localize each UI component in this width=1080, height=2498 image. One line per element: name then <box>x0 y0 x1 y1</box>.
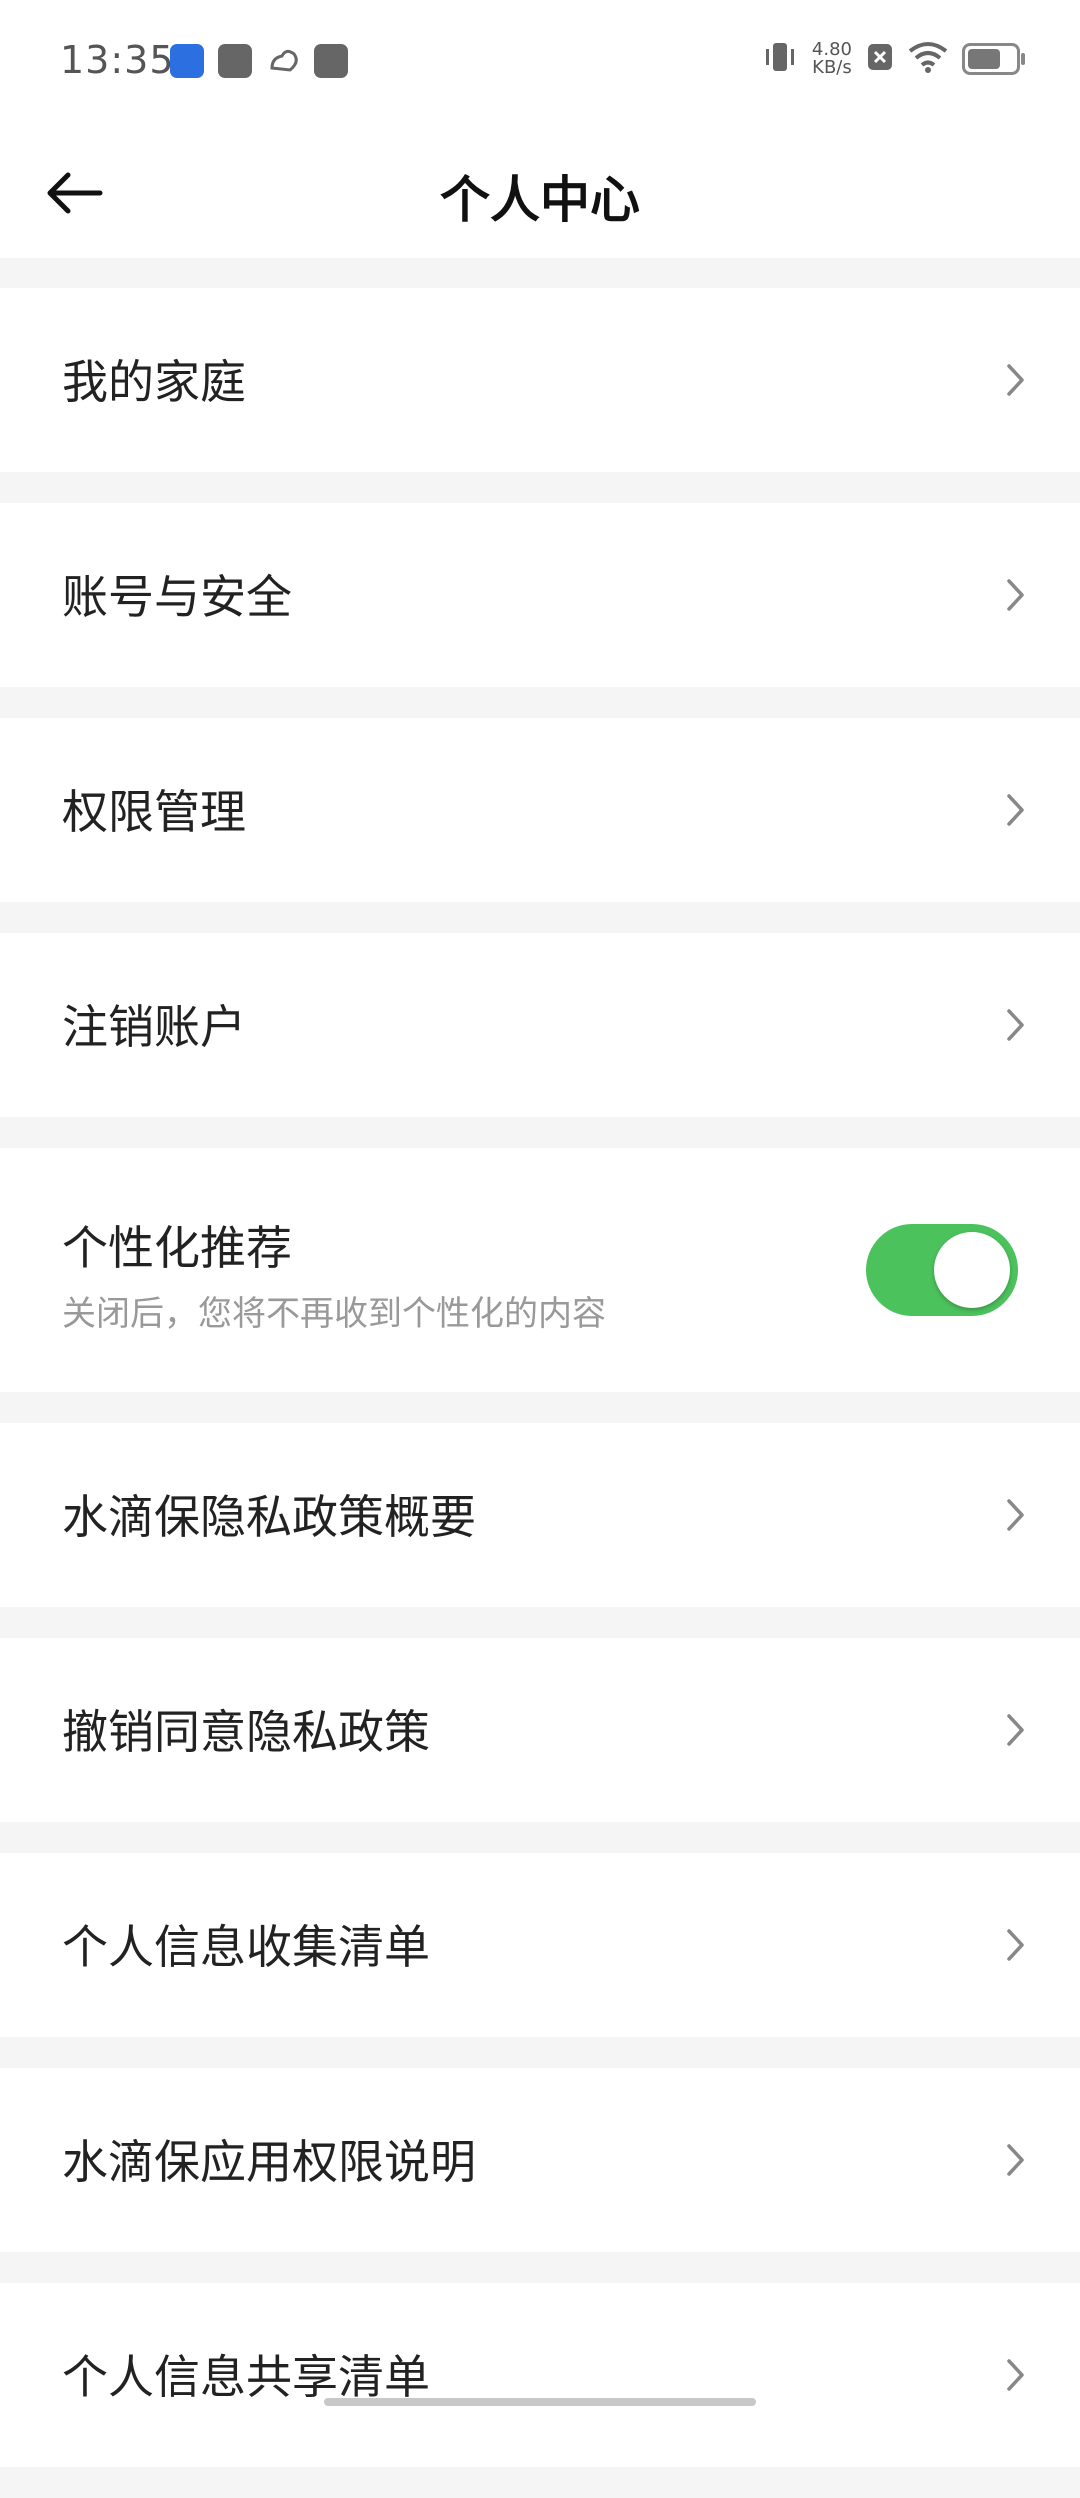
menu-item-label: 水滴保隐私政策概要 <box>62 1490 476 1544</box>
chevron-right-icon <box>1007 1499 1024 1531</box>
personalization-subtitle: 关闭后，您将不再收到个性化的内容 <box>62 1294 606 1334</box>
personalization-toggle[interactable] <box>866 1224 1018 1316</box>
chevron-right-icon <box>1007 579 1024 611</box>
menu-item-delete-account[interactable]: 注销账户 <box>0 933 1080 1117</box>
vibrate-icon <box>762 40 798 78</box>
mail-icon <box>218 44 252 78</box>
page-title: 个人中心 <box>440 171 640 229</box>
chevron-right-icon <box>1007 1009 1024 1041</box>
toggle-knob <box>934 1232 1010 1308</box>
settings-list: 我的家庭 账号与安全 权限管理 注销账户 个性化推荐 关闭后，您将不再收到个性化… <box>0 288 1080 2498</box>
menu-item-personal-info-sharing[interactable]: 个人信息共享清单 <box>0 2283 1080 2467</box>
home-indicator[interactable] <box>324 2398 756 2406</box>
status-right: 4.80 KB/s <box>762 40 1025 78</box>
notification-icons <box>170 44 348 82</box>
menu-item-account-security[interactable]: 账号与安全 <box>0 503 1080 687</box>
menu-item-label: 权限管理 <box>62 785 246 839</box>
menu-item-label: 个人信息收集清单 <box>62 1920 430 1974</box>
net-speed-unit: KB/s <box>812 57 852 78</box>
chevron-right-icon <box>1007 1929 1024 1961</box>
cloud-icon <box>266 44 300 82</box>
wifi-icon <box>908 41 948 77</box>
inbox-icon <box>314 44 348 78</box>
menu-item-my-family[interactable]: 我的家庭 <box>0 288 1080 472</box>
menu-item-app-permissions[interactable]: 水滴保应用权限说明 <box>0 2068 1080 2252</box>
chevron-right-icon <box>1007 2144 1024 2176</box>
menu-item-personal-info-collection[interactable]: 个人信息收集清单 <box>0 1853 1080 2037</box>
personalized-recommendation-row: 个性化推荐 关闭后，您将不再收到个性化的内容 <box>0 1148 1080 1392</box>
menu-item-label: 撤销同意隐私政策 <box>62 1705 430 1759</box>
menu-item-label: 我的家庭 <box>62 355 246 409</box>
menu-item-label: 注销账户 <box>62 1000 246 1054</box>
menu-item-revoke-privacy-consent[interactable]: 撤销同意隐私政策 <box>0 1638 1080 1822</box>
battery-icon <box>962 43 1025 75</box>
personalization-title: 个性化推荐 <box>62 1221 292 1275</box>
chevron-right-icon <box>1007 794 1024 826</box>
status-bar: 13:35 4.80 KB/s <box>0 0 1080 128</box>
menu-item-label: 账号与安全 <box>62 570 292 624</box>
chevron-right-icon <box>1007 2359 1024 2391</box>
menu-item-label: 水滴保应用权限说明 <box>62 2135 476 2189</box>
status-time: 13:35 <box>60 38 175 82</box>
app-notification-icon <box>170 44 204 78</box>
menu-item-privacy-policy-summary[interactable]: 水滴保隐私政策概要 <box>0 1423 1080 1607</box>
menu-item-permission-management[interactable]: 权限管理 <box>0 718 1080 902</box>
close-box-icon <box>866 42 894 76</box>
chevron-right-icon <box>1007 364 1024 396</box>
chevron-right-icon <box>1007 1714 1024 1746</box>
header-bar: 个人中心 <box>0 128 1080 258</box>
net-speed: 4.80 KB/s <box>812 41 852 77</box>
